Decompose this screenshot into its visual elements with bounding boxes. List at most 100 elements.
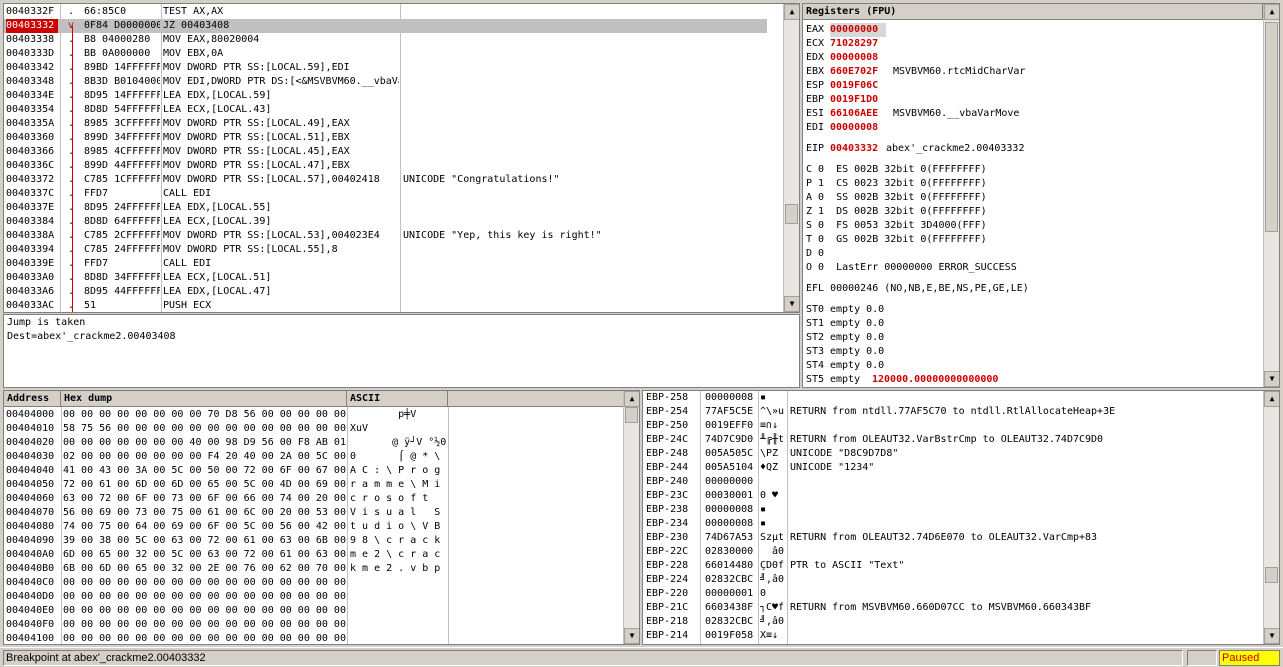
disasm-row[interactable]: 0040332F. 66:85C0 TEST AX,AX [4, 5, 767, 19]
disasm-row[interactable]: 00403360. 899D 34FFFFFFMOV DWORD PTR SS:[… [4, 131, 767, 145]
disasm-row[interactable]: 0040336C. 899D 44FFFFFFMOV DWORD PTR SS:[… [4, 159, 767, 173]
disasm-row[interactable]: 0040337C. FFD7 CALL EDI [4, 187, 767, 201]
flag-row[interactable]: S 0 FS 0053 32bit 3D4000(FFF) [806, 219, 987, 233]
dump-scrollbar[interactable]: ▲ ▼ [623, 391, 639, 644]
scroll-up-arrow-icon[interactable]: ▲ [784, 4, 799, 20]
scroll-up-arrow-icon[interactable]: ▲ [1264, 391, 1279, 407]
disasm-row[interactable]: 00403338. B8 04000280 MOV EAX,80020004 [4, 33, 767, 47]
stack-row[interactable]: EBP-234 00000008 ▪ [643, 517, 1247, 531]
dump-row[interactable]: 00404020 00 00 00 00 00 00 00 40 00 98 D9… [4, 436, 607, 450]
disasm-row[interactable]: 00403384. 8D8D 64FFFFFFLEA ECX,[LOCAL.39] [4, 215, 767, 229]
dump-row[interactable]: 00404070 56 00 69 00 73 00 75 00 61 00 6C… [4, 506, 607, 520]
register-value[interactable]: 0019F06C [830, 79, 886, 93]
dump-row[interactable]: 00404010 58 75 56 00 00 00 00 00 00 00 00… [4, 422, 607, 436]
disasm-row[interactable]: 0040333D. BB 0A000000 MOV EBX,0A [4, 47, 767, 61]
disasm-row[interactable]: 00403332 v 0F84 D0000000JZ 00403408 [4, 19, 767, 33]
disasm-row[interactable]: 004033A6. 8D95 44FFFFFFLEA EDX,[LOCAL.47] [4, 285, 767, 299]
stack-row[interactable]: EBP-22C 02830000 â0 [643, 545, 1247, 559]
disasm-row[interactable]: 00403342. 89BD 14FFFFFFMOV DWORD PTR SS:[… [4, 61, 767, 75]
disasm-scroll-thumb[interactable] [785, 204, 798, 224]
stack-row[interactable]: EBP-228 66014480 ÇD0f PTR to ASCII "Text" [643, 559, 1247, 573]
dump-row[interactable]: 00404050 72 00 61 00 6D 00 6D 00 65 00 5C… [4, 478, 607, 492]
stack-row[interactable]: EBP-238 00000008 ▪ [643, 503, 1247, 517]
disasm-row[interactable]: 00403354. 8D8D 54FFFFFFLEA ECX,[LOCAL.43] [4, 103, 767, 117]
disasm-scrollbar[interactable]: ▲ ▼ [783, 4, 799, 312]
stack-row[interactable]: EBP-224 02832CBC ╝,â0 [643, 573, 1247, 587]
stack-scrollbar[interactable]: ▲ ▼ [1263, 391, 1279, 644]
dump-row[interactable]: 004040F0 00 00 00 00 00 00 00 00 00 00 00… [4, 618, 607, 632]
disasm-row[interactable]: 00403372. C785 1CFFFFFFMOV DWORD PTR SS:[… [4, 173, 767, 187]
stack-row[interactable]: EBP-248 005A505C \PZ UNICODE "D8C9D7D8" [643, 447, 1247, 461]
flag-row[interactable]: O 0 LastErr 00000000 ERROR_SUCCESS [806, 261, 1017, 275]
registers-scroll-thumb[interactable] [1265, 22, 1278, 232]
registers-scrollbar[interactable]: ▲ ▼ [1263, 4, 1279, 387]
stack-row[interactable]: EBP-244 005A5104 ♦QZ UNICODE "1234" [643, 461, 1247, 475]
scroll-down-arrow-icon[interactable]: ▼ [624, 628, 639, 644]
scroll-down-arrow-icon[interactable]: ▼ [784, 296, 799, 312]
dump-row[interactable]: 00404030 02 00 00 00 00 00 00 00 F4 20 40… [4, 450, 607, 464]
dump-row[interactable]: 00404100 00 00 00 00 00 00 00 00 00 00 00… [4, 632, 607, 644]
stack-row[interactable]: EBP-24C 74D7C9D0 ╨╔╫t RETURN from OLEAUT32.… [643, 433, 1247, 447]
scroll-down-arrow-icon[interactable]: ▼ [1264, 628, 1279, 644]
stack-listing[interactable]: EBP-258 00000008 ▪ EBP-254 77AF5C5E ^\»u RETUR… [643, 391, 1263, 644]
dump-header-ascii[interactable]: ASCII [347, 391, 448, 407]
dump-listing[interactable]: 00404000 00 00 00 00 00 00 00 00 70 D8 56… [4, 408, 623, 644]
dump-row[interactable]: 00404080 74 00 75 00 64 00 69 00 6F 00 5C… [4, 520, 607, 534]
disasm-row[interactable]: 004033AC. 51 PUSH ECX [4, 299, 767, 312]
flag-row[interactable]: A 0 SS 002B 32bit 0(FFFFFFFF) [806, 191, 987, 205]
register-value[interactable]: 66106AEE [830, 107, 886, 121]
disasm-row[interactable]: 0040339E. FFD7 CALL EDI [4, 257, 767, 271]
dump-header-hex[interactable]: Hex dump [61, 391, 347, 407]
disasm-row[interactable]: 00403394. C785 24FFFFFFMOV DWORD PTR SS:[… [4, 243, 767, 257]
dump-row[interactable]: 004040B0 6B 00 6D 00 65 00 32 00 2E 00 76… [4, 562, 607, 576]
scroll-up-arrow-icon[interactable]: ▲ [624, 391, 639, 407]
register-value[interactable]: 00000000 [830, 23, 886, 37]
stack-row[interactable]: EBP-220 00000001 0 [643, 587, 1247, 601]
flag-row[interactable]: C 0 ES 002B 32bit 0(FFFFFFFF) [806, 163, 987, 177]
scroll-up-arrow-icon[interactable]: ▲ [1264, 4, 1279, 20]
dump-scroll-thumb[interactable] [625, 407, 638, 423]
registers-pane[interactable]: Registers (FPU) EAX 00000000 ECX 71028297 ED… [802, 3, 1280, 388]
disasm-row[interactable]: 00403348. 8B3D B0104000MOV EDI,DWORD PTR … [4, 75, 767, 89]
disasm-row[interactable]: 0040334E. 8D95 14FFFFFFLEA EDX,[LOCAL.59] [4, 89, 767, 103]
dump-row[interactable]: 00404060 63 00 72 00 6F 00 73 00 6F 00 66… [4, 492, 607, 506]
scroll-down-arrow-icon[interactable]: ▼ [1264, 371, 1279, 387]
dump-row[interactable]: 004040D0 00 00 00 00 00 00 00 00 00 00 00… [4, 590, 607, 604]
dump-row[interactable]: 004040A0 6D 00 65 00 32 00 5C 00 63 00 72… [4, 548, 607, 562]
disassembly-pane[interactable]: 0040332F. 66:85C0 TEST AX,AX 00403332 v 0F84 … [3, 3, 800, 313]
register-value[interactable]: 00000008 [830, 51, 886, 65]
stack-row[interactable]: EBP-250 0019EFF0 ≡∩↓ [643, 419, 1247, 433]
register-value[interactable]: 71028297 [830, 37, 886, 51]
dump-row[interactable]: 004040E0 00 00 00 00 00 00 00 00 00 00 00… [4, 604, 607, 618]
registers-title[interactable]: Registers (FPU) [803, 4, 1263, 20]
registers-body[interactable]: EAX 00000000 ECX 71028297 EDX 00000008 EBX 660E… [806, 23, 1261, 387]
stack-pane[interactable]: EBP-258 00000008 ▪ EBP-254 77AF5C5E ^\»u RETUR… [642, 390, 1280, 645]
stack-row[interactable]: EBP-23C 00030001 0 ♥ [643, 489, 1247, 503]
efl-row[interactable]: EFL 00000246 (NO,NB,E,BE,NS,PE,GE,LE) [806, 282, 1029, 296]
dump-row[interactable]: 00404000 00 00 00 00 00 00 00 00 70 D8 56… [4, 408, 607, 422]
dump-row[interactable]: 00404090 39 00 38 00 5C 00 63 00 72 00 61… [4, 534, 607, 548]
disasm-row[interactable]: 0040335A. 8985 3CFFFFFFMOV DWORD PTR SS:[… [4, 117, 767, 131]
register-value[interactable]: 00403332 [830, 142, 886, 156]
stack-row[interactable]: EBP-254 77AF5C5E ^\»u RETURN from ntdll.77A… [643, 405, 1247, 419]
stack-row[interactable]: EBP-258 00000008 ▪ [643, 391, 1247, 405]
dump-row[interactable]: 00404040 41 00 43 00 3A 00 5C 00 50 00 72… [4, 464, 607, 478]
flag-row[interactable]: Z 1 DS 002B 32bit 0(FFFFFFFF) [806, 205, 987, 219]
disasm-row[interactable]: 0040337E. 8D95 24FFFFFFLEA EDX,[LOCAL.55] [4, 201, 767, 215]
stack-row[interactable]: EBP-240 00000000 [643, 475, 1247, 489]
register-value[interactable]: 0019F1D0 [830, 93, 886, 107]
dump-pane[interactable]: Address Hex dump ASCII 00404000 00 00 00 … [3, 390, 640, 645]
dump-header-address[interactable]: Address [4, 391, 61, 407]
disassembly-listing[interactable]: 0040332F. 66:85C0 TEST AX,AX 00403332 v 0F84 … [4, 5, 783, 312]
flag-row[interactable]: P 1 CS 0023 32bit 0(FFFFFFFF) [806, 177, 987, 191]
stack-row[interactable]: EBP-21C 6603438F ┐C♥f RETURN from MSVBVM60.… [643, 601, 1247, 615]
disasm-row[interactable]: 00403366. 8985 4CFFFFFFMOV DWORD PTR SS:[… [4, 145, 767, 159]
stack-row[interactable]: EBP-214 0019F058 X≡↓ [643, 629, 1247, 643]
dump-row[interactable]: 004040C0 00 00 00 00 00 00 00 00 00 00 00… [4, 576, 607, 590]
stack-scroll-thumb[interactable] [1265, 567, 1278, 583]
stack-row[interactable]: EBP-230 74D67A53 Szμt RETURN from OLEAUT32.… [643, 531, 1247, 545]
stack-row[interactable]: EBP-218 02832CBC ╝,â0 [643, 615, 1247, 629]
register-value[interactable]: 660E702F [830, 65, 886, 79]
disasm-row[interactable]: 0040338A. C785 2CFFFFFFMOV DWORD PTR SS:[… [4, 229, 767, 243]
register-value[interactable]: 00000008 [830, 121, 886, 135]
